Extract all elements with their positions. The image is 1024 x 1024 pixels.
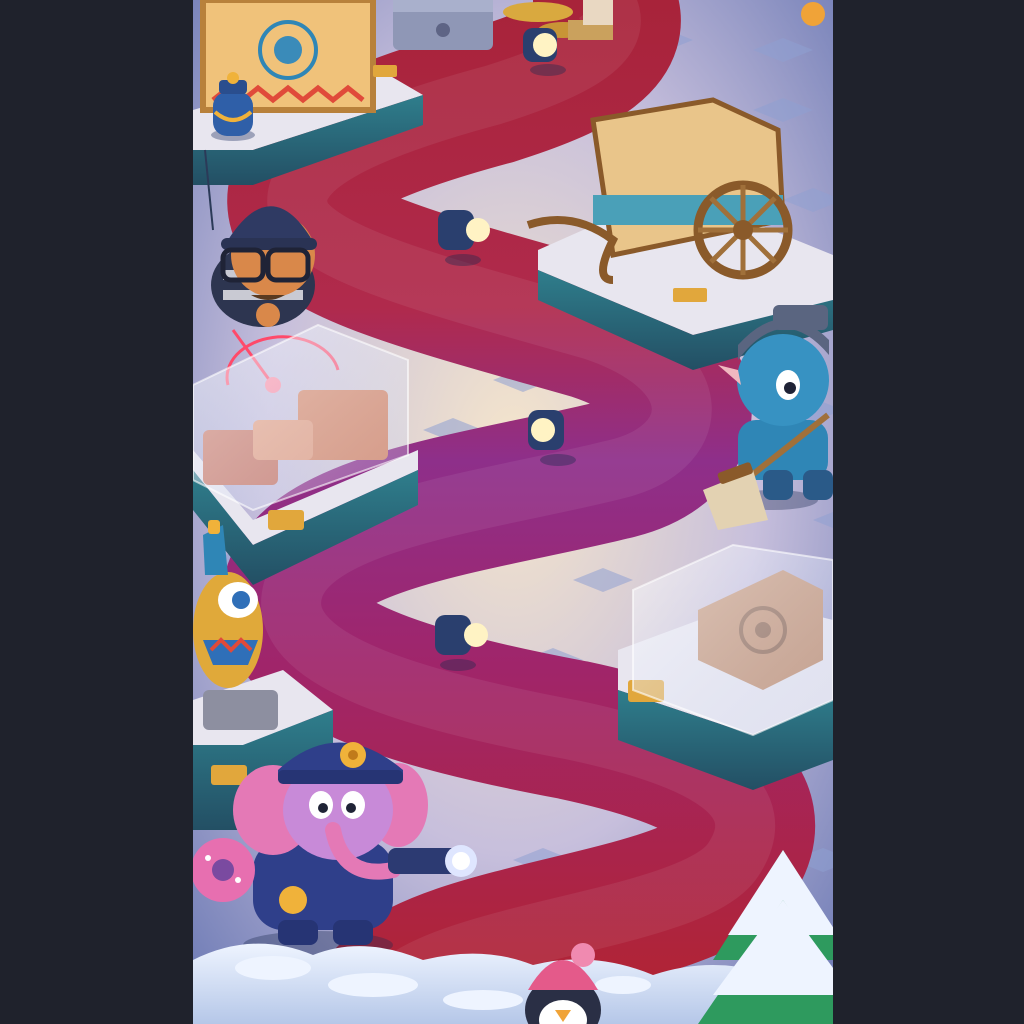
police-badge-icon [340, 742, 366, 768]
donut-icon [193, 838, 255, 902]
game-frame [0, 0, 1024, 1024]
flashlight-icon [388, 845, 477, 877]
level-map-scene[interactable] [193, 0, 833, 1024]
stone-pedestal [203, 690, 278, 730]
treasure-chest-icon [393, 0, 493, 50]
